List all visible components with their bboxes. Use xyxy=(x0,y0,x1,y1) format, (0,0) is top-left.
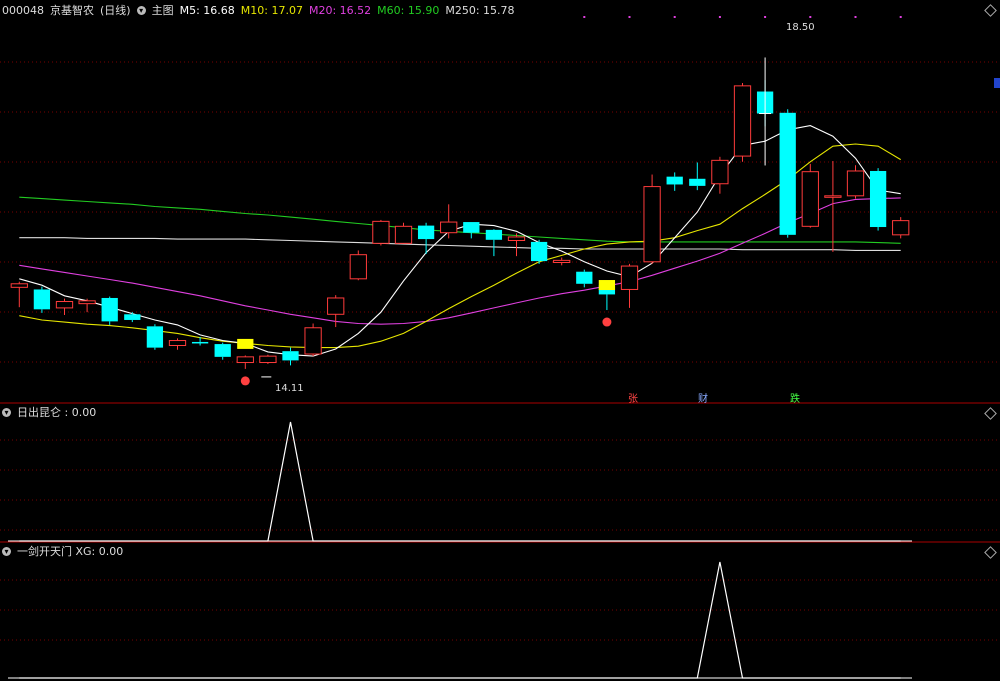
indicator1-header: ▾ 日出昆仑 : 0.00 xyxy=(0,404,96,420)
ma250-label: M250: 15.78 xyxy=(445,3,515,17)
magenta-dot xyxy=(899,16,902,18)
candlestick-series xyxy=(10,80,910,369)
candle-body xyxy=(463,222,480,233)
candle-body xyxy=(10,283,28,288)
chevron-down-icon[interactable]: ▾ xyxy=(2,407,11,417)
candle-body xyxy=(801,171,819,227)
candle-body xyxy=(779,112,796,235)
candle-body xyxy=(507,236,526,242)
indicator2-panel xyxy=(8,561,912,679)
indicator1-label: 日出昆仑 : 0.00 xyxy=(17,406,97,419)
candle-body xyxy=(55,301,74,309)
chart-canvas: 18.50 14.11 张 财 跌 xyxy=(0,16,1000,679)
magenta-dot xyxy=(809,16,812,18)
candle-body xyxy=(372,220,390,244)
high-price-label: 18.50 xyxy=(786,22,815,33)
zhang-marker: 张 xyxy=(628,393,638,405)
candle-body xyxy=(394,225,413,244)
signal-dot xyxy=(602,317,612,327)
ma20-label: M20: 16.52 xyxy=(308,3,372,17)
signal-box xyxy=(598,280,616,291)
magenta-dot xyxy=(583,16,586,18)
moving-average-lines xyxy=(19,125,901,357)
candle-body xyxy=(33,289,51,310)
low-price-label: 14.11 xyxy=(275,383,304,394)
candle-body xyxy=(191,341,209,344)
die-marker: 跌 xyxy=(790,392,800,405)
stock-code: 000048 xyxy=(2,3,44,17)
candle-body xyxy=(576,271,593,284)
ma20-line xyxy=(19,197,901,325)
candle-body xyxy=(78,300,96,305)
candle-body xyxy=(869,170,887,228)
ma10-label: M10: 17.07 xyxy=(240,3,303,17)
signal-box xyxy=(237,338,254,349)
candle-body xyxy=(214,344,231,357)
chevron-down-icon[interactable]: ▾ xyxy=(2,546,11,556)
flag-icon xyxy=(994,78,1000,88)
candle-body xyxy=(666,176,683,185)
panel-label: 主图 xyxy=(151,4,174,17)
candle-body xyxy=(553,259,571,263)
magenta-dot xyxy=(628,16,631,18)
magenta-dot xyxy=(854,16,857,18)
candle-body xyxy=(417,225,435,240)
magenta-dot xyxy=(718,16,721,18)
candle-body xyxy=(440,221,458,234)
chevron-down-icon[interactable]: ▾ xyxy=(136,5,146,15)
main-grid xyxy=(0,61,1000,641)
candle-body xyxy=(846,170,865,197)
candle-body xyxy=(485,229,503,240)
cai-marker: 财 xyxy=(698,392,708,405)
period-label: (日线) xyxy=(100,4,131,17)
candle-body xyxy=(824,195,842,198)
indicator2-label: 一剑开天门 XG: 0.00 xyxy=(17,545,124,558)
stock-name: 京基智农 xyxy=(50,4,94,17)
candle-body xyxy=(892,220,910,236)
candle-body xyxy=(101,297,118,322)
main-header: 000048 京基智农 (日线) ▾ 主图 M5: 16.68 M10: 17.… xyxy=(0,2,515,18)
ma5-label: M5: 16.68 xyxy=(179,3,235,17)
candle-body xyxy=(304,327,322,355)
candle-body xyxy=(711,159,729,185)
candle-body xyxy=(259,355,277,364)
ma60-label: M60: 15.90 xyxy=(377,3,440,17)
signal-dot xyxy=(240,376,250,386)
indicator2-header: ▾ 一剑开天门 XG: 0.00 xyxy=(0,543,123,559)
magenta-dot xyxy=(764,16,767,18)
candle-body xyxy=(168,340,187,347)
ma60-line xyxy=(19,196,901,244)
candle-body xyxy=(146,326,164,348)
ma5-line xyxy=(19,125,901,357)
candle-body xyxy=(620,265,639,290)
candle-body xyxy=(689,178,706,186)
candle-body xyxy=(349,254,367,280)
candle-body xyxy=(530,241,548,262)
candle-body xyxy=(282,351,299,361)
candle-body xyxy=(327,297,345,315)
indicator-line xyxy=(19,561,901,679)
ma250-line xyxy=(19,237,901,251)
candle-body xyxy=(733,85,752,157)
candle-body xyxy=(124,314,141,320)
magenta-dot xyxy=(673,16,676,18)
candle-body xyxy=(236,356,254,364)
candle-body xyxy=(643,186,661,263)
